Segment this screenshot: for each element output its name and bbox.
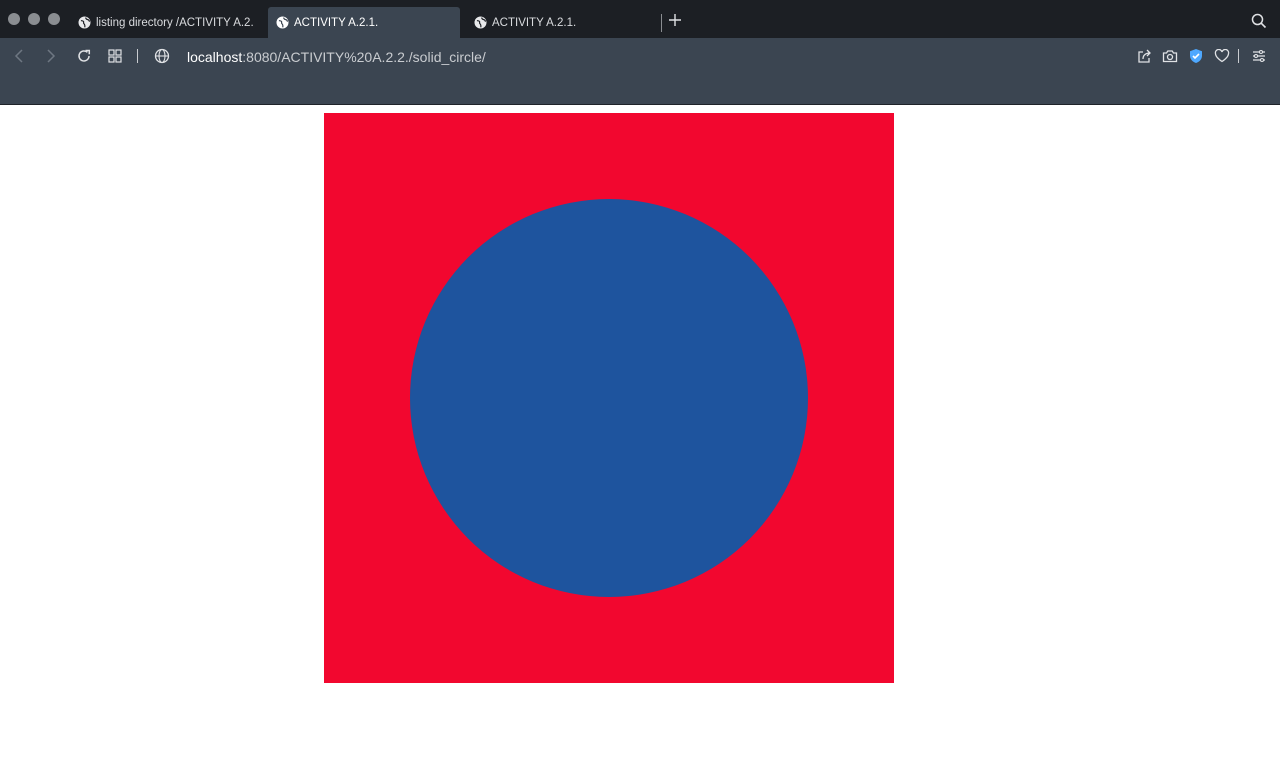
globe-icon [474,16,487,29]
tab-title: listing directory /ACTIVITY A.2. [96,16,254,29]
site-info-globe-icon[interactable] [152,46,172,66]
tab-title: ACTIVITY A.2.1. [492,16,577,29]
tab-activity[interactable]: ACTIVITY A.2.1. [466,7,658,38]
close-window-icon[interactable] [8,13,20,25]
globe-icon [276,16,289,29]
tab-activity-active[interactable]: ACTIVITY A.2.1. [268,7,460,38]
new-tab-plus-icon[interactable] [666,11,684,29]
tab-bar: listing directory /ACTIVITY A.2. ACTIVIT… [0,0,1280,38]
back-icon[interactable] [9,46,29,66]
heart-icon[interactable] [1212,46,1232,66]
solid-blue-circle [410,199,808,597]
minimize-window-icon[interactable] [28,13,40,25]
toolbar-divider [1238,49,1239,63]
tab-divider [661,14,662,32]
page-content [0,105,1280,778]
browser-window: listing directory /ACTIVITY A.2. ACTIVIT… [0,0,1280,778]
tab-listing-directory[interactable]: listing directory /ACTIVITY A.2. [70,7,262,38]
drawing-canvas [324,113,894,683]
address-bar[interactable]: localhost:8080/ACTIVITY%20A.2.2./solid_c… [187,48,486,66]
settings-icon[interactable] [1249,46,1269,66]
search-icon[interactable] [1250,12,1268,30]
url-host: localhost [187,49,243,65]
globe-icon [78,16,91,29]
maximize-window-icon[interactable] [48,13,60,25]
camera-icon[interactable] [1160,46,1180,66]
tab-title: ACTIVITY A.2.1. [294,16,379,29]
toolbar: localhost:8080/ACTIVITY%20A.2.2./solid_c… [0,38,1280,104]
share-icon[interactable] [1134,46,1154,66]
toolbar-divider [137,49,138,63]
tiles-icon[interactable] [105,46,125,66]
reload-icon[interactable] [74,46,94,66]
forward-icon[interactable] [41,46,61,66]
url-path: :8080/ACTIVITY%20A.2.2./solid_circle/ [242,49,486,65]
shield-icon[interactable] [1186,46,1206,66]
